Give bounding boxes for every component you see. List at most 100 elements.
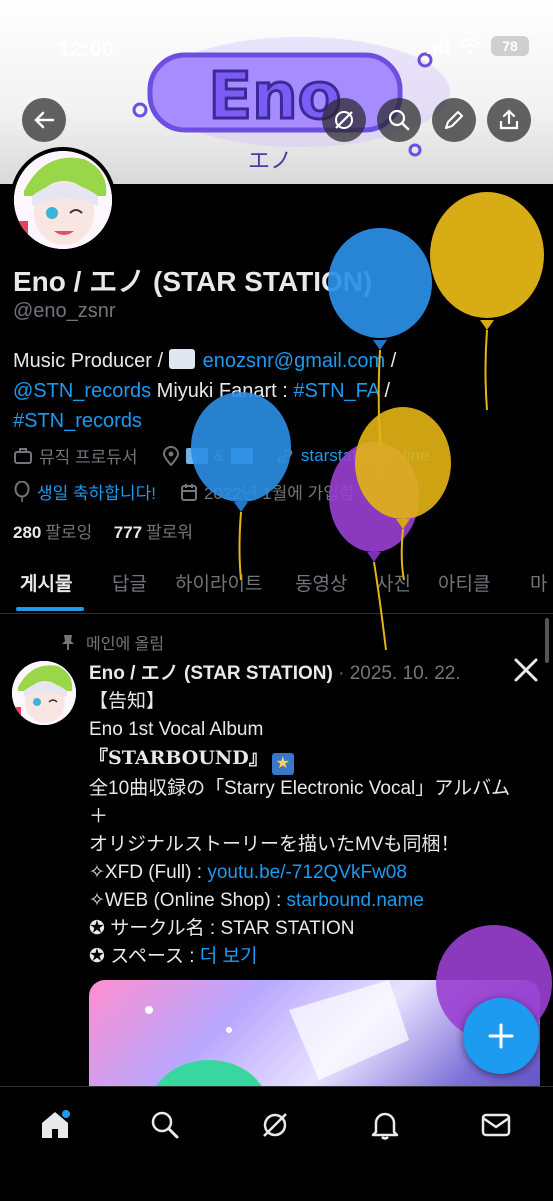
- tab-posts[interactable]: 게시물: [20, 569, 72, 596]
- tab-photos[interactable]: 사진: [376, 569, 411, 596]
- avatar-art: [14, 151, 112, 249]
- wifi-icon: [459, 38, 481, 54]
- pinned-text: 메인에 올림: [86, 636, 165, 653]
- profile-location: &: [213, 445, 225, 465]
- banner-logo-subtext: エノ: [248, 149, 292, 174]
- tweet-line: オリジナルストーリーを描いたMVも同梱！: [89, 834, 460, 855]
- tweet-text: 【告知】 Eno 1st Vocal Album 『STARBOUND』 ★ 全1…: [89, 688, 549, 971]
- back-button[interactable]: [22, 98, 66, 142]
- grok-nav-icon: [263, 1113, 287, 1137]
- edit-profile-button[interactable]: [432, 98, 476, 142]
- flag-icon: [185, 447, 208, 464]
- x-logo-icon: [514, 658, 538, 682]
- balloon-icon: [329, 442, 419, 651]
- nav-explore[interactable]: [145, 1105, 185, 1145]
- tweet-author-avatar[interactable]: [12, 661, 76, 725]
- share-button[interactable]: [487, 98, 531, 142]
- tweet-line: ✪ サークル名 : STAR STATION: [89, 918, 355, 939]
- followers-link[interactable]: 777 팔로워: [114, 523, 193, 542]
- back-arrow-icon: [34, 111, 55, 129]
- link-icon: [277, 448, 293, 463]
- profile-name: Eno / エノ (STAR STATION): [13, 266, 373, 297]
- active-tab-indicator: [16, 607, 84, 611]
- follow-stats: 280 팔로잉 777 팔로워: [13, 518, 193, 543]
- nav-messages[interactable]: [476, 1105, 516, 1145]
- grok-button[interactable]: [322, 98, 366, 142]
- share-icon: [499, 109, 519, 130]
- tab-videos[interactable]: 동영상: [295, 569, 347, 596]
- tweet-date[interactable]: · 2025. 10. 22.: [333, 663, 461, 684]
- cellular-signal-icon: [427, 38, 449, 54]
- scrollbar[interactable]: [545, 618, 549, 663]
- tweet-line: ✧WEB (Online Shop) : starbound.name: [89, 887, 549, 915]
- location-icon: [162, 445, 179, 466]
- search-icon: [388, 109, 410, 131]
- profile-handle: @eno_zsnr: [13, 300, 116, 322]
- calendar-icon: [180, 483, 197, 501]
- tweet-line-text: ✪ スペース :: [89, 946, 200, 967]
- joined-date: 2022년 1월에 가입함: [203, 484, 355, 503]
- tweet-line-text: ✧XFD (Full) :: [89, 862, 208, 883]
- profile-website-link[interactable]: starstation.online: [301, 446, 430, 466]
- profile-meta-row: 생일 축하합니다! 2022년 1월에 가입함: [13, 479, 355, 504]
- briefcase-icon: [14, 447, 32, 464]
- show-more-link[interactable]: 더 보기: [200, 946, 258, 967]
- following-count: 280: [13, 523, 42, 542]
- shop-link[interactable]: starbound.name: [287, 890, 424, 911]
- tweet-line: 全10曲収録の「Starry Electronic Vocal」アルバム: [89, 778, 511, 799]
- tweet-line: Eno 1st Vocal Album: [89, 719, 264, 740]
- avatar-art: [12, 661, 76, 725]
- bio-mention-link[interactable]: @STN_records: [13, 380, 151, 402]
- youtube-link[interactable]: youtu.be/-712QVkFw08: [207, 862, 407, 883]
- tweet-line: 『STARBOUND』 ★: [89, 744, 549, 775]
- search-profile-button[interactable]: [377, 98, 421, 142]
- envelope-emoji-icon: [168, 349, 195, 369]
- status-indicators: 78: [427, 36, 529, 56]
- bio-text: Music Producer /: [13, 350, 169, 372]
- notifications-icon: [371, 1112, 399, 1140]
- followers-count: 777: [113, 523, 143, 542]
- bottom-navigation: [0, 1086, 553, 1201]
- explore-icon: [151, 1111, 179, 1139]
- bio-hashtag-link[interactable]: #STN_FA: [293, 380, 379, 402]
- nav-grok[interactable]: [255, 1105, 295, 1145]
- messages-icon: [481, 1113, 511, 1137]
- compose-plus-icon: [488, 1023, 514, 1049]
- tweet-header: Eno / エノ (STAR STATION) · 2025. 10. 22.: [89, 658, 461, 685]
- profile-avatar[interactable]: [10, 147, 116, 253]
- tab-articles[interactable]: 아티클: [438, 569, 490, 596]
- tweet-line: ✧XFD (Full) : youtu.be/-712QVkFw08: [89, 859, 549, 887]
- followers-label: 팔로워: [146, 523, 194, 542]
- nav-home[interactable]: [35, 1105, 75, 1145]
- battery-indicator: 78: [491, 36, 529, 56]
- compose-button[interactable]: [463, 998, 539, 1074]
- tab-more[interactable]: 마: [530, 569, 547, 596]
- bio-hashtag-link[interactable]: #STN_records: [13, 410, 142, 432]
- bio-text: /: [385, 350, 397, 372]
- following-link[interactable]: 280 팔로잉: [13, 523, 92, 542]
- tweet-line: ✪ スペース : 더 보기: [89, 943, 549, 971]
- profile-bio: Music Producer / enozsnr@gmail.com / @ST…: [13, 346, 538, 436]
- tab-highlights[interactable]: 하이라이트: [175, 569, 262, 596]
- tweet-album-title: 『STARBOUND』: [89, 747, 268, 769]
- home-icon: [42, 1110, 70, 1138]
- pin-icon: [62, 635, 74, 650]
- following-label: 팔로잉: [45, 523, 93, 542]
- tweet-source-badge[interactable]: [513, 657, 539, 688]
- tweet-author-name[interactable]: Eno / エノ (STAR STATION): [89, 663, 333, 684]
- bio-email-link[interactable]: enozsnr@gmail.com: [203, 350, 386, 372]
- tweet-line: ＋: [89, 806, 109, 827]
- tweet-line: 【告知】: [89, 691, 166, 712]
- profile-tabs: 게시물 답글 하이라이트 동영상 사진 아티클 마: [0, 553, 553, 614]
- profile-meta-row: 뮤직 프로듀서 & starstation.online: [13, 443, 429, 468]
- tab-replies[interactable]: 답글: [112, 569, 147, 596]
- sparkle-star-icon: ★: [271, 753, 294, 775]
- balloon-icon: [14, 480, 30, 502]
- flag-icon: [230, 447, 253, 464]
- bio-text: Miyuki Fanart :: [151, 380, 294, 402]
- bio-text: /: [379, 380, 391, 402]
- nav-notifications[interactable]: [365, 1105, 405, 1145]
- status-time: 12:00: [58, 38, 115, 61]
- pinned-label: 메인에 올림: [60, 630, 164, 654]
- grok-icon: [335, 111, 353, 129]
